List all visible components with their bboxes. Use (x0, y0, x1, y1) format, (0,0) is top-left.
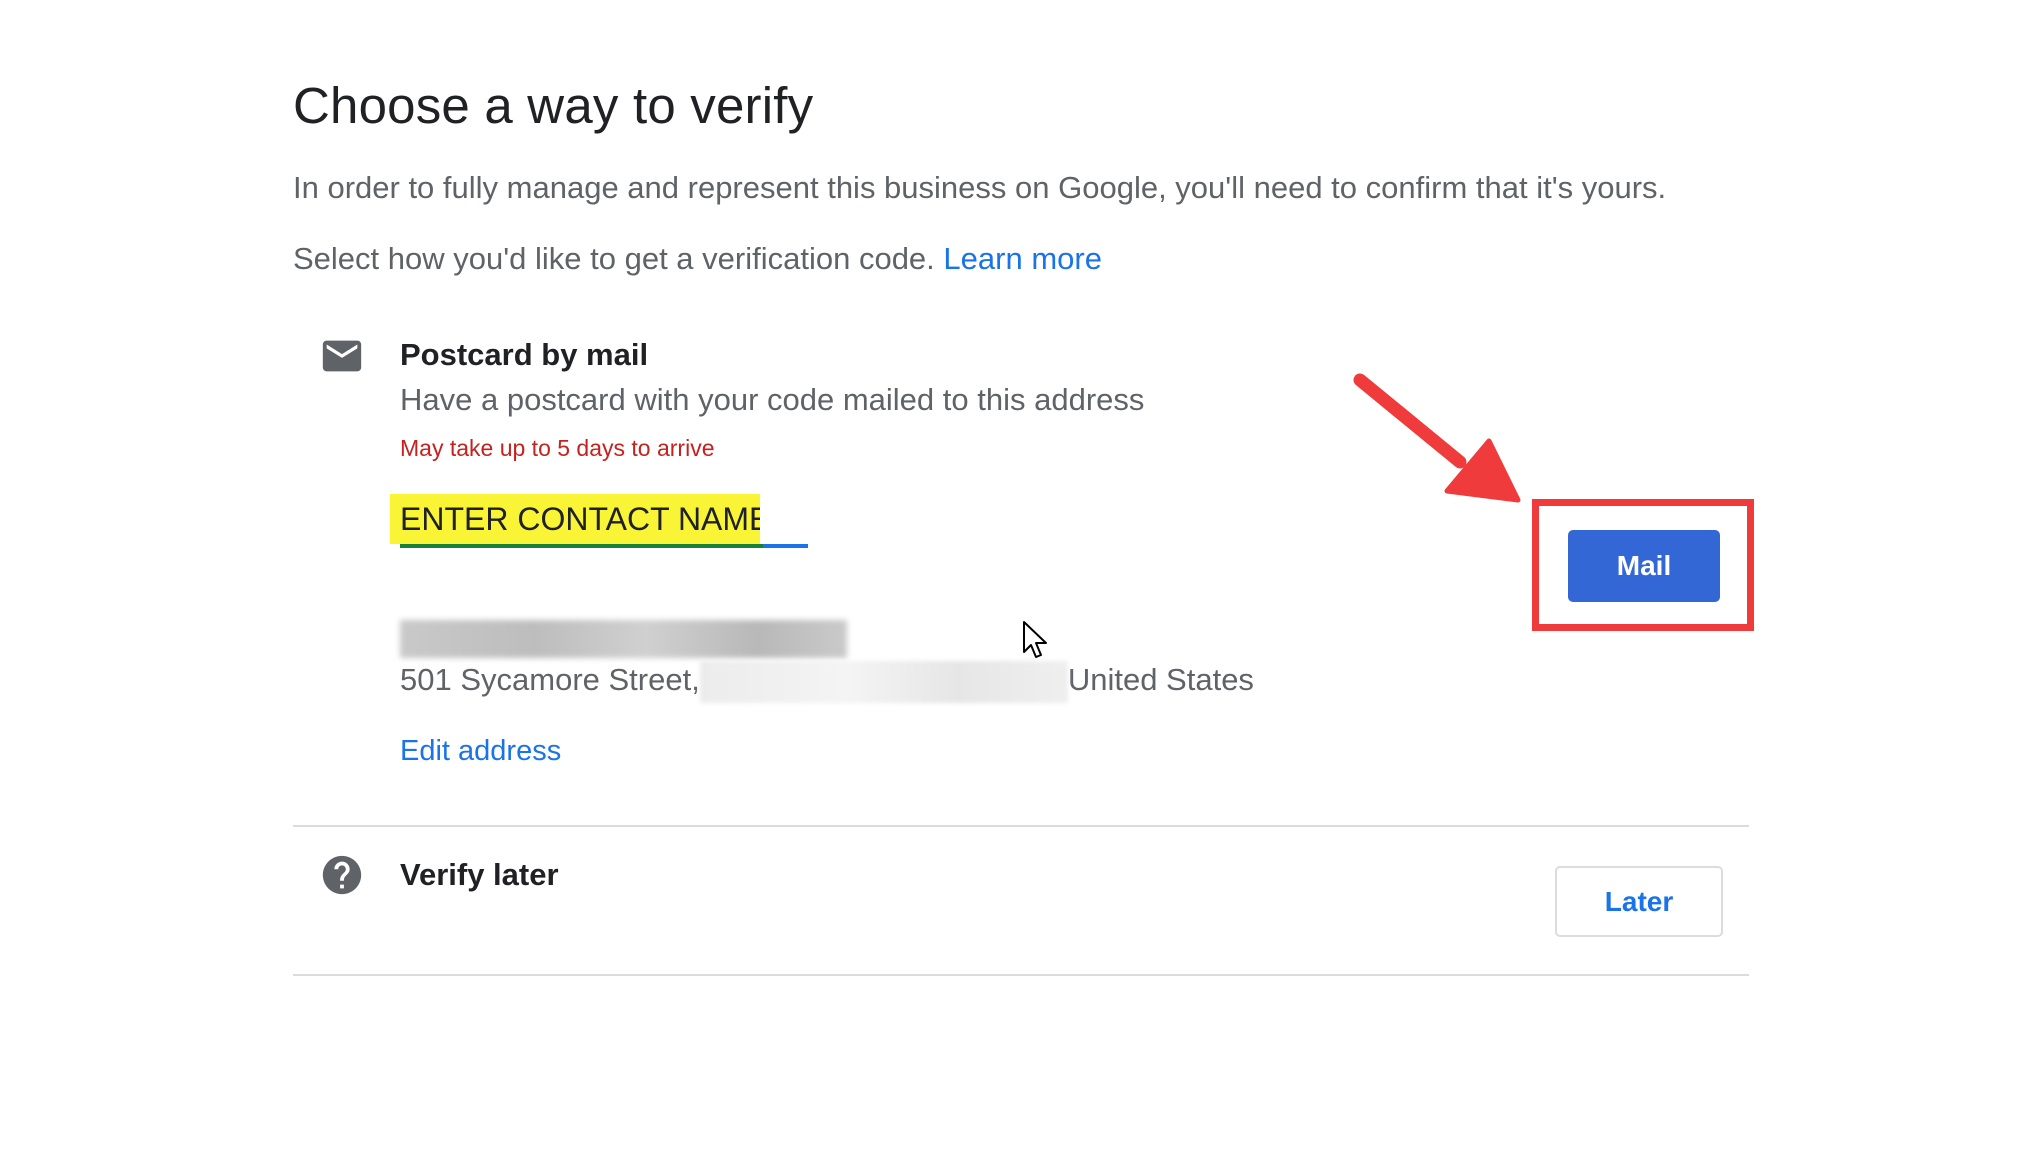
edit-address-link[interactable]: Edit address (400, 735, 561, 768)
contact-name-field[interactable] (390, 494, 810, 550)
contact-name-underline (400, 544, 763, 548)
postcard-option-title: Postcard by mail (400, 337, 649, 372)
address-street: 501 Sycamore Street, (400, 662, 700, 698)
redacted-business-name (400, 620, 847, 658)
section-divider (293, 825, 1749, 827)
select-method-text: Select how you'd like to get a verificat… (293, 241, 1102, 277)
mail-button-annotation-box (1532, 499, 1754, 631)
intro-text: In order to fully manage and represent t… (293, 170, 1667, 205)
address-line: 501 Sycamore Street, United States (400, 661, 1254, 703)
verify-later-title: Verify later (400, 857, 559, 892)
mail-icon (322, 340, 362, 372)
redacted-city (699, 661, 1068, 703)
delivery-time-note: May take up to 5 days to arrive (400, 435, 715, 461)
section-divider (293, 974, 1749, 976)
address-country: United States (1067, 662, 1254, 698)
mouse-pointer-icon (1023, 621, 1047, 658)
postcard-option-description: Have a postcard with your code mailed to… (400, 382, 1145, 417)
later-button[interactable]: Later (1555, 866, 1723, 937)
contact-name-input[interactable] (390, 494, 770, 544)
learn-more-link[interactable]: Learn more (943, 241, 1102, 276)
select-method-label: Select how you'd like to get a verificat… (293, 241, 935, 276)
help-circle-icon (322, 855, 362, 895)
page-title: Choose a way to verify (293, 77, 814, 134)
